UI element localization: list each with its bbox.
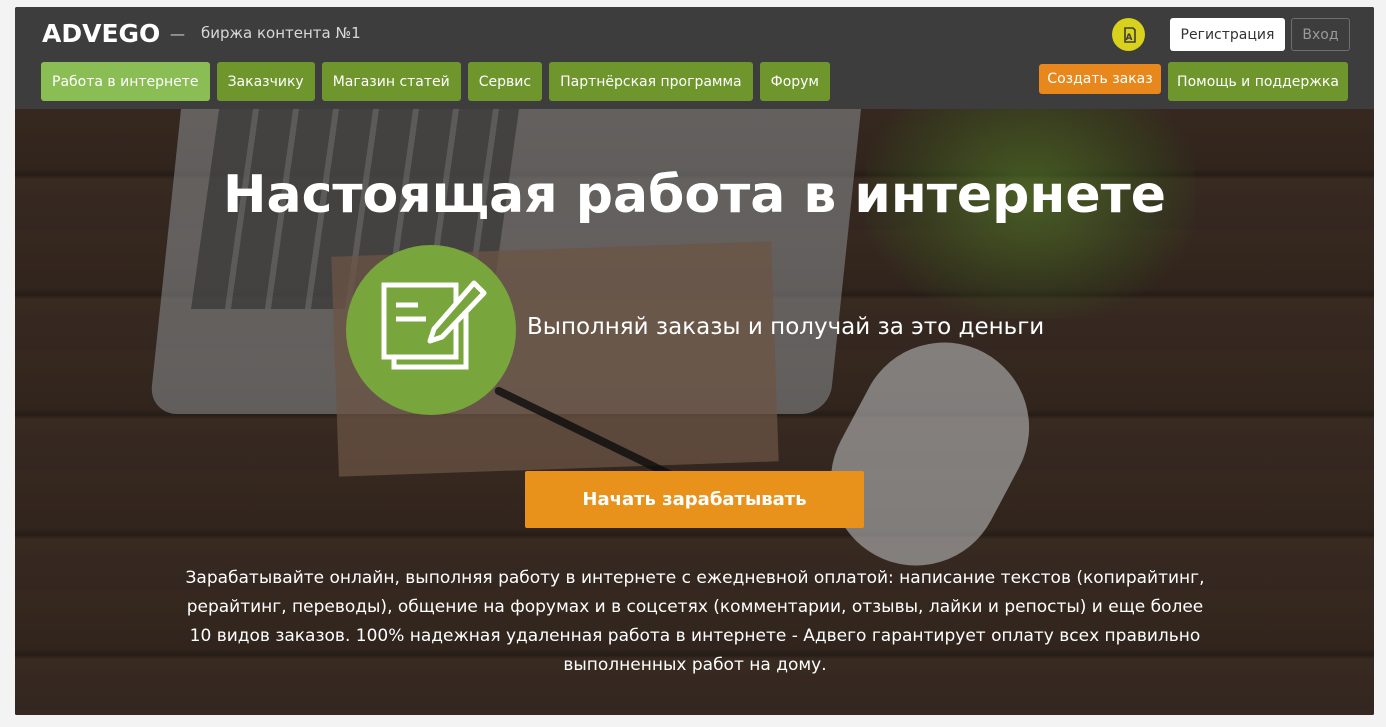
logo[interactable]: ADVEGO (42, 19, 160, 48)
svg-text:A: A (1125, 33, 1132, 43)
hero-subtitle: Выполняй заказы и получай за это деньги (527, 314, 1045, 340)
nav-item-work-online[interactable]: Работа в интернете (41, 62, 210, 101)
background-mouse (800, 312, 1060, 596)
start-earning-button[interactable]: Начать зарабатывать (525, 471, 864, 528)
main-nav: Работа в интернете Заказчику Магазин ста… (41, 62, 830, 101)
hero-title: Настоящая работа в интернете (222, 165, 1167, 225)
site-header: ADVEGO — биржа контента №1 A Регистрация… (15, 7, 1374, 109)
logo-separator: — (170, 25, 185, 43)
translate-icon[interactable]: A (1112, 18, 1145, 51)
document-pencil-glyph (381, 280, 487, 370)
register-button[interactable]: Регистрация (1170, 18, 1285, 51)
nav-item-service[interactable]: Сервис (467, 62, 543, 101)
tagline: биржа контента №1 (201, 24, 361, 42)
nav-item-partner-program[interactable]: Партнёрская программа (549, 62, 753, 101)
create-order-button[interactable]: Создать заказ (1039, 64, 1161, 94)
document-pencil-icon (346, 245, 516, 415)
nav-item-article-shop[interactable]: Магазин статей (321, 62, 461, 101)
login-button[interactable]: Вход (1291, 18, 1350, 51)
page-frame: ADVEGO — биржа контента №1 A Регистрация… (15, 7, 1374, 715)
hero-description: Зарабатывайте онлайн, выполняя работу в … (185, 568, 1205, 675)
nav-item-customer[interactable]: Заказчику (216, 62, 315, 101)
nav-item-forum[interactable]: Форум (759, 62, 830, 101)
hero-section: Настоящая работа в интернете Выполняй за… (15, 109, 1374, 715)
translate-glyph: A (1123, 26, 1136, 43)
help-support-button[interactable]: Помощь и поддержка (1168, 62, 1348, 101)
